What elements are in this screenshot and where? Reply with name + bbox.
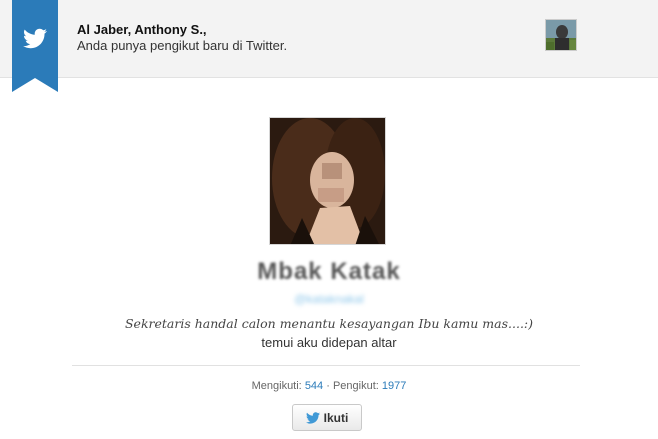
divider [72, 365, 580, 366]
twitter-ribbon-icon [12, 0, 58, 92]
following-count[interactable]: 544 [305, 380, 323, 392]
profile-photo-image [270, 118, 385, 244]
profile-handle[interactable]: @kataknakal [0, 292, 658, 306]
followers-count[interactable]: 1977 [382, 380, 406, 392]
notification-subtitle: Anda punya pengikut baru di Twitter. [77, 38, 288, 53]
twitter-bird-icon [305, 411, 320, 424]
stats-separator: · [326, 380, 330, 392]
profile-bio-location: temui aku didepan altar [261, 335, 397, 350]
avatar-image [546, 20, 576, 50]
notification-header: Al Jaber, Anthony S., Anda punya pengiku… [0, 0, 658, 92]
notification-title: Al Jaber, Anthony S., [77, 22, 207, 37]
followers-label: Pengikut: [332, 380, 379, 392]
notification-text: Al Jaber, Anthony S., Anda punya pengiku… [77, 22, 287, 54]
follow-button[interactable]: Ikuti [292, 404, 362, 431]
following-label: Mengikuti: [251, 380, 302, 392]
recipient-avatar[interactable] [545, 19, 577, 51]
follow-button-label: Ikuti [323, 410, 349, 425]
profile-stats: Mengikuti: 544 · Pengikut: 1977 [0, 380, 658, 392]
profile-bio: Sekretaris handal calon menantu kesayang… [124, 316, 534, 331]
profile-display-name[interactable]: Mbak Katak [0, 258, 658, 286]
profile-photo[interactable] [269, 117, 386, 245]
